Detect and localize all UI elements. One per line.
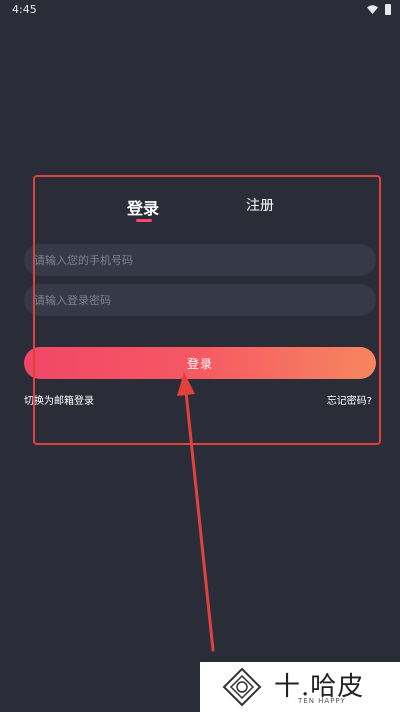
- watermark-subtitle: TEN HAPPY: [298, 697, 346, 705]
- battery-icon: [385, 4, 391, 15]
- tab-login[interactable]: 登录: [127, 195, 159, 219]
- phone-input[interactable]: [24, 244, 376, 276]
- status-time: 4:45: [12, 3, 37, 16]
- active-tab-indicator: [136, 219, 152, 222]
- password-input[interactable]: [24, 284, 376, 316]
- diamond-logo-icon: [222, 667, 262, 707]
- login-button[interactable]: 登录: [24, 347, 376, 379]
- watermark: 十.哈皮 TEN HAPPY: [200, 662, 400, 712]
- tab-register[interactable]: 注册: [246, 195, 274, 215]
- status-bar: 4:45: [0, 0, 400, 20]
- switch-to-email-login-link[interactable]: 切换为邮箱登录: [24, 392, 94, 407]
- wifi-icon: [367, 5, 378, 14]
- forgot-password-link[interactable]: 忘记密码?: [327, 392, 372, 407]
